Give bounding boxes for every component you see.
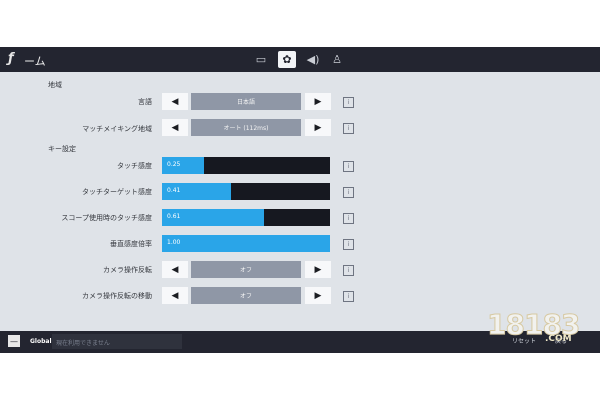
target-sensitivity-label: タッチターゲット感度: [82, 188, 152, 196]
scope-sensitivity-label: スコープ使用時のタッチ感度: [61, 214, 152, 222]
language-next-button[interactable]: ▶: [305, 93, 331, 110]
matchmaking-next-button[interactable]: ▶: [305, 119, 331, 136]
language-value: 日本語: [191, 93, 301, 110]
info-icon[interactable]: i: [343, 291, 354, 302]
info-icon[interactable]: i: [343, 161, 354, 172]
controller-icon[interactable]: ♙: [328, 51, 346, 68]
language-prev-button[interactable]: ◀: [162, 93, 188, 110]
vertical-ratio-label: 垂直感度倍率: [110, 240, 152, 248]
info-icon[interactable]: i: [343, 239, 354, 250]
section-touch-heading: キー設定: [48, 145, 76, 153]
touch-sensitivity-label: タッチ感度: [117, 162, 152, 170]
slider-fill: [162, 235, 330, 252]
invert-camera-motion-next-button[interactable]: ▶: [305, 287, 331, 304]
invert-camera-motion-value: オフ: [191, 287, 301, 304]
slider-value: 0.41: [167, 187, 181, 194]
invert-camera-prev-button[interactable]: ◀: [162, 261, 188, 278]
matchmaking-value: オート (112ms): [191, 119, 301, 136]
monitor-icon[interactable]: ▭: [252, 51, 270, 68]
watermark-sub: .COM: [545, 334, 572, 344]
top-bar: ƒ ーム ▭ ✿ ◀) ♙: [0, 47, 600, 72]
watermark-logo: 18183 .COM: [486, 300, 587, 348]
menu-title: ーム: [24, 55, 46, 68]
speaker-icon[interactable]: ◀): [304, 51, 322, 68]
invert-camera-label: カメラ操作反転: [103, 266, 152, 274]
invert-camera-next-button[interactable]: ▶: [305, 261, 331, 278]
info-icon[interactable]: i: [343, 97, 354, 108]
invert-camera-motion-label: カメラ操作反転の移動: [82, 292, 152, 300]
invert-camera-value: オフ: [191, 261, 301, 278]
info-icon[interactable]: i: [343, 265, 354, 276]
gear-icon[interactable]: ✿: [278, 51, 296, 68]
matchmaking-prev-button[interactable]: ◀: [162, 119, 188, 136]
chat-channel-label: Global: [30, 338, 52, 345]
game-logo: ƒ: [8, 51, 14, 66]
language-label: 言語: [138, 98, 152, 106]
slider-value: 1.00: [167, 239, 181, 246]
target-sensitivity-slider[interactable]: 0.41: [162, 183, 330, 200]
info-icon[interactable]: i: [343, 213, 354, 224]
chat-input[interactable]: 現在利用できません: [52, 334, 182, 349]
vertical-ratio-slider[interactable]: 1.00: [162, 235, 330, 252]
touch-sensitivity-slider[interactable]: 0.25: [162, 157, 330, 174]
chat-placeholder: 現在利用できません: [56, 340, 110, 347]
section-region-heading: 地域: [48, 81, 62, 89]
chat-menu-icon[interactable]: —: [8, 335, 20, 347]
slider-value: 0.61: [167, 213, 181, 220]
info-icon[interactable]: i: [343, 187, 354, 198]
scope-sensitivity-slider[interactable]: 0.61: [162, 209, 330, 226]
matchmaking-label: マッチメイキング地域: [82, 125, 152, 133]
invert-camera-motion-prev-button[interactable]: ◀: [162, 287, 188, 304]
slider-value: 0.25: [167, 161, 181, 168]
info-icon[interactable]: i: [343, 123, 354, 134]
